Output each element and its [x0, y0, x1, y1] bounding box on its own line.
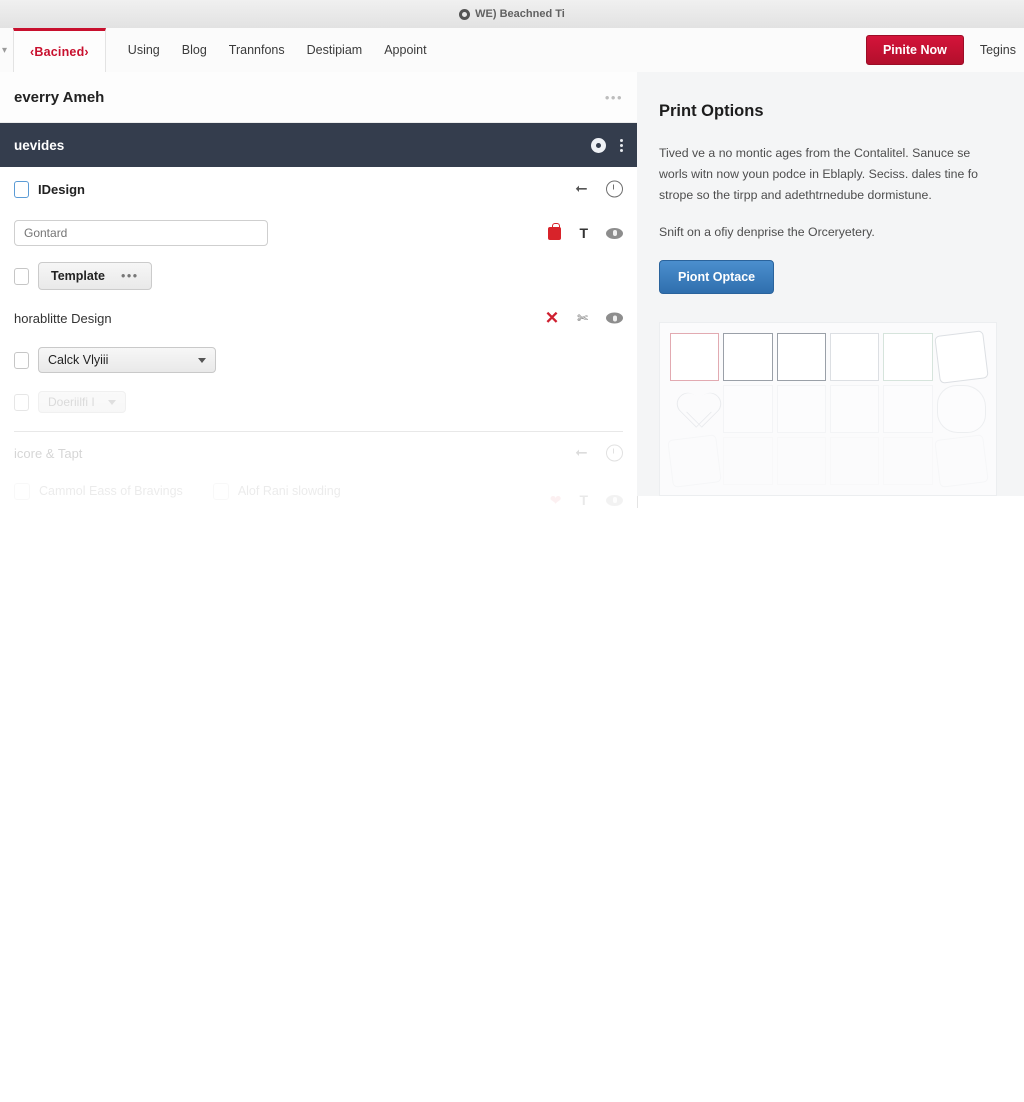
- thumbnail-red-square[interactable]: [670, 332, 720, 381]
- thumbnail-faint-square[interactable]: [776, 436, 826, 485]
- site-navigation-bar: ▾ ‹Bacined› Using Blog Trannfons Destipi…: [0, 28, 1024, 73]
- arrow-icon[interactable]: ➞: [575, 181, 588, 198]
- thumbnail-faint-square[interactable]: [723, 436, 773, 485]
- print-options-title: Print Options: [659, 102, 764, 120]
- template-thumbnail-grid: [659, 321, 997, 496]
- table-row: Doeriilfi I: [0, 381, 637, 423]
- thumbnail-dark-square[interactable]: [776, 332, 826, 381]
- kebab-menu-icon[interactable]: [620, 138, 623, 152]
- row-label-idesign: IDesign: [38, 181, 85, 197]
- checkbox-box: [14, 482, 30, 500]
- content-fade-overlay: [0, 502, 1024, 1102]
- thumbnail-tilted-square[interactable]: [933, 433, 989, 488]
- thumbnail-grey-square[interactable]: [829, 332, 880, 381]
- eye-icon[interactable]: [606, 494, 623, 506]
- thumbnail-tilted-square[interactable]: [667, 433, 723, 488]
- template-button-label: Template: [51, 269, 105, 283]
- nav-item-blog[interactable]: Blog: [182, 43, 207, 57]
- row-checkbox[interactable]: [14, 267, 29, 285]
- close-icon[interactable]: ✕: [545, 310, 559, 327]
- card-overflow-menu-icon[interactable]: •••: [605, 90, 623, 105]
- bag-icon[interactable]: [548, 222, 562, 240]
- doeriilfi-select[interactable]: Doeriilfi I: [38, 391, 126, 413]
- thumbnail-faint-square[interactable]: [776, 384, 826, 433]
- thumbnail-faint-square[interactable]: [723, 384, 773, 433]
- section-header-title: uevides: [14, 137, 65, 153]
- table-row: icore & Tapt ➞: [0, 432, 637, 474]
- checkbox-cammol-eass[interactable]: Cammol Eass of Bravings: [14, 482, 183, 500]
- signin-link[interactable]: Tegins: [980, 43, 1016, 57]
- thumbnail-row-2: [670, 384, 986, 433]
- nav-item-trannfons[interactable]: Trannfons: [229, 43, 285, 57]
- template-button[interactable]: Template •••: [38, 262, 152, 290]
- calck-select[interactable]: Calck Vlyiii: [38, 347, 216, 373]
- chevron-down-icon: [108, 399, 116, 405]
- page-body: everry Ameh ••• uevides IDesign ➞ Gontar…: [0, 72, 1024, 1102]
- card-header: everry Ameh •••: [0, 72, 637, 123]
- thumbnail-green-square[interactable]: [883, 332, 933, 381]
- print-options-paragraph-1: Tived ve a no montic ages from the Conta…: [659, 146, 978, 203]
- section-header-bar: uevides: [0, 123, 637, 167]
- clock-icon[interactable]: [606, 180, 623, 198]
- main-card: everry Ameh ••• uevides IDesign ➞ Gontar…: [0, 72, 638, 508]
- page-title: everry Ameh: [14, 88, 105, 106]
- record-circle-icon[interactable]: [591, 137, 606, 153]
- nav-brand-tab[interactable]: ‹Bacined›: [13, 28, 106, 72]
- eye-icon[interactable]: [606, 227, 623, 239]
- checkbox-label: Alof Rani slowding: [237, 484, 341, 498]
- thumbnail-heart-shape[interactable]: [670, 385, 719, 433]
- print-options-button[interactable]: Piont Optace: [659, 259, 775, 294]
- template-overflow-icon[interactable]: •••: [121, 269, 139, 283]
- checkbox-label: Cammol Eass of Bravings: [39, 484, 183, 498]
- checkbox-box: [212, 482, 229, 500]
- chevron-down-icon[interactable]: ▾: [0, 28, 13, 72]
- thumbnail-faint-square[interactable]: [883, 436, 933, 485]
- thumbnail-faint-square[interactable]: [829, 384, 880, 433]
- row-checkbox[interactable]: [14, 180, 29, 198]
- text-icon[interactable]: T: [579, 493, 588, 507]
- thumbnail-dark-square[interactable]: [723, 332, 773, 381]
- chevron-down-icon: [198, 357, 206, 363]
- scissors-icon[interactable]: ✄: [577, 312, 588, 325]
- row-checkbox[interactable]: [14, 351, 29, 369]
- row-label-icore-tapt: icore & Tapt: [14, 445, 83, 461]
- print-options-paragraph-2: Snift on a ofiy denprise the Orceryetery…: [659, 225, 875, 240]
- table-row: Template •••: [0, 255, 637, 297]
- calck-select-value: Calck Vlyiii: [48, 353, 109, 367]
- text-icon[interactable]: T: [579, 226, 588, 240]
- thumbnail-row-3: [667, 433, 989, 488]
- row-checkbox[interactable]: [14, 393, 29, 411]
- table-row: IDesign ➞: [0, 167, 637, 211]
- thumbnail-tilted-square[interactable]: [933, 329, 989, 384]
- rows-list: IDesign ➞ T Template: [0, 167, 637, 508]
- checkbox-alof-rani[interactable]: Alof Rani slowding: [212, 482, 341, 500]
- clock-icon[interactable]: [606, 444, 623, 462]
- print-options-panel: Print Options Tived ve a no montic ages …: [637, 72, 1024, 496]
- window-title: WE) Beachned Ti: [475, 8, 565, 20]
- thumbnail-faint-square[interactable]: [829, 436, 880, 485]
- heart-icon[interactable]: ❤: [550, 493, 562, 507]
- doeriilfi-select-value: Doeriilfi I: [48, 395, 95, 409]
- thumbnail-blob-shape[interactable]: [936, 384, 986, 433]
- window-icon: [459, 8, 471, 20]
- inline-checkbox-row: Cammol Eass of Bravings Alof Rani slowdi…: [0, 474, 637, 508]
- thumbnail-row-1: [670, 329, 989, 384]
- search-input[interactable]: [14, 220, 268, 246]
- table-row: horablitte Design ✕ ✄: [0, 297, 637, 339]
- nav-item-appoint[interactable]: Appoint: [384, 43, 426, 57]
- arrow-icon[interactable]: ➞: [575, 445, 588, 462]
- window-title-bar: WE) Beachned Ti: [0, 0, 1024, 29]
- nav-item-destipiam[interactable]: Destipiam: [307, 43, 363, 57]
- eye-icon[interactable]: [606, 312, 623, 324]
- nav-item-using[interactable]: Using: [128, 43, 160, 57]
- thumbnail-faint-square[interactable]: [883, 384, 933, 433]
- row-label-horablitte-design: horablitte Design: [14, 310, 112, 326]
- table-row: T: [0, 211, 637, 255]
- table-row: Calck Vlyiii: [0, 339, 637, 381]
- print-now-button[interactable]: Pinite Now: [865, 35, 964, 65]
